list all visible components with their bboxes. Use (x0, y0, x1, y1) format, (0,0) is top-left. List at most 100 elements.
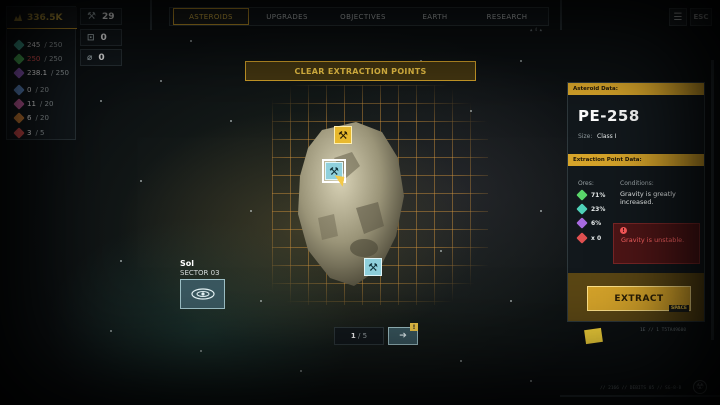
probes-counter: ⌀ 0 (80, 49, 122, 66)
alert-badge: ! (410, 323, 418, 331)
build-id: 1E // 1 T5TA49600 (640, 328, 687, 333)
resource-amount: 245 (27, 41, 41, 49)
resource-row: 245/ 250 (13, 39, 63, 51)
pager-current: 1 (350, 332, 356, 340)
star (100, 100, 102, 102)
sector-label: SECTOR 03 (180, 269, 220, 277)
sticky-note[interactable] (584, 327, 603, 345)
teal-ore-icon (576, 203, 588, 215)
pager-total: / 5 (358, 332, 368, 340)
credits-value: 336.5K (27, 12, 63, 23)
resource-capacity: / 250 (44, 55, 63, 63)
orange-crystal-icon (13, 112, 25, 124)
resource-capacity: / 5 (35, 129, 45, 137)
resource-row: 11/ 20 (13, 98, 54, 110)
blue-crystal-icon (13, 84, 25, 96)
resource-capacity: / 20 (39, 100, 54, 108)
star (460, 360, 462, 362)
red-crystal-icon (13, 127, 25, 139)
resource-row: 238.1/ 250 (13, 67, 69, 79)
pickaxe-icon: ⚒ (338, 128, 348, 142)
resource-amount: 250 (27, 55, 41, 63)
ore-percentage: 71% (591, 191, 606, 199)
galaxy-icon (190, 288, 215, 300)
resource-capacity: / 250 (44, 41, 63, 49)
green-ore-icon (576, 189, 588, 201)
space-key-hint: SPACE (669, 305, 689, 312)
star (160, 80, 162, 82)
star (540, 210, 542, 212)
arrow-right-icon: ➔ (399, 331, 407, 341)
extraction-point-header: Extraction Point Data: (568, 154, 704, 166)
resource-row: 250/ 250 (13, 53, 63, 65)
extract-area: EXTRACT SPACE (568, 273, 704, 321)
star (250, 210, 252, 212)
resource-row: 0/ 20 (13, 84, 49, 96)
clear-extraction-banner: CLEAR EXTRACTION POINTS (245, 61, 476, 81)
tab-objectives[interactable]: OBJECTIVES (325, 8, 401, 25)
pickaxe-icon: ⚒ (368, 260, 378, 274)
extraction-point-marker[interactable]: ⚒ (364, 258, 382, 276)
resource-row: 3/ 5 (13, 127, 45, 139)
extraction-point-marker[interactable]: ⚒ (334, 126, 352, 144)
tab-research[interactable]: RESEARCH (469, 8, 545, 25)
resource-capacity: / 250 (51, 69, 69, 77)
credits-display: 336.5K (7, 7, 77, 29)
ore-percentage: x 0 (591, 234, 602, 242)
star (530, 380, 532, 382)
frame-line (560, 395, 720, 397)
star (230, 120, 232, 122)
frame-line (150, 0, 152, 30)
star (140, 180, 142, 182)
warning-icon: ! (620, 227, 627, 234)
esc-button[interactable]: ESC (690, 8, 712, 26)
star (510, 300, 512, 302)
star (120, 260, 122, 262)
scanner-icon: ⊡ (87, 32, 95, 43)
teal-ore-icon (13, 39, 25, 51)
condition-warning: ! Gravity is unstable. (613, 223, 700, 264)
pickaxe-icon: ⚒ (87, 11, 96, 22)
frame-line (560, 0, 562, 30)
menu-button[interactable]: ☰ (669, 8, 687, 26)
tab-asteroids[interactable]: ASTEROIDS (173, 8, 249, 25)
ore-percentage: 6% (591, 219, 602, 227)
size-value: Class I (597, 133, 617, 140)
purple-ore-icon (576, 217, 588, 229)
radiation-icon: ☢ (693, 380, 707, 394)
ore-row: 6% (576, 217, 602, 229)
tab-upgrades[interactable]: UPGRADES (249, 8, 325, 25)
purple-ore-icon (13, 67, 25, 79)
resource-amount: 238.1 (27, 69, 48, 77)
resources-panel: 336.5K 245/ 250 250/ 250 238.1/ 250 0/ 20 11… (6, 6, 77, 140)
resource-amount: 11 (27, 100, 36, 108)
drills-value: 29 (101, 11, 115, 22)
tab-earth[interactable]: EARTH (401, 8, 469, 25)
top-navigation: ASTEROIDS UPGRADES OBJECTIVES EARTH RESE… (169, 7, 549, 32)
asteroid-pager: 1 / 5 (334, 327, 384, 345)
asteroid-name: PE-258 (578, 107, 640, 125)
size-label: Size: (578, 133, 593, 140)
star (200, 350, 202, 352)
star (190, 40, 192, 42)
sector-map-button[interactable] (180, 279, 225, 309)
probe-icon: ⌀ (87, 52, 93, 63)
menu-icon: ☰ (673, 11, 683, 23)
system-name: Sol (180, 259, 194, 268)
resource-amount: 0 (27, 86, 32, 94)
condition-negative: Gravity is unstable. (621, 236, 685, 244)
resource-amount: 6 (27, 114, 32, 122)
ore-row: 71% (576, 189, 606, 201)
ore-row: 23% (576, 203, 606, 215)
scanners-counter: ⊡ 0 (80, 29, 122, 46)
star (300, 370, 302, 372)
footer-status: // 2166 // DEBITS 05 // SG-8-B (600, 386, 682, 391)
resource-amount: 3 (27, 129, 32, 137)
ore-percentage: 23% (591, 205, 606, 213)
conditions-label: Conditions: (620, 180, 654, 187)
nav-tick: ▲ 4 ▲ (529, 27, 542, 32)
credits-icon (14, 13, 22, 21)
drills-counter: ⚒ 29 (80, 8, 122, 25)
pink-crystal-icon (13, 98, 25, 110)
asteroid-data-panel: Asteroid Data: PE-258 Size: Class I Extr… (567, 82, 705, 322)
